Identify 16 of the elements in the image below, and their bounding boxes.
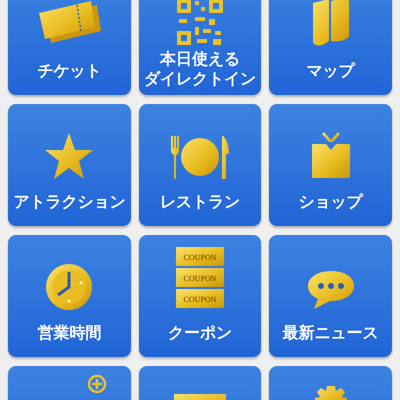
qr-code-icon xyxy=(176,0,223,45)
menu-tile[interactable]: COUPON COUPON COUPON クーポン xyxy=(138,235,262,357)
menu-tile[interactable]: 最新ニュース xyxy=(269,235,392,357)
menu-tile[interactable]: マップ xyxy=(269,0,392,95)
clock-icon xyxy=(45,263,94,311)
plus-circle-icon xyxy=(87,374,108,394)
menu-tile[interactable]: チケット xyxy=(8,0,131,95)
star-icon xyxy=(44,132,94,180)
menu-tile[interactable]: 営業時間 xyxy=(8,235,131,357)
menu-tile[interactable]: レストラン xyxy=(138,104,262,226)
menu-tile[interactable]: アトラクション xyxy=(8,104,131,226)
fork-plate-knife-icon xyxy=(168,134,231,180)
menu-tile[interactable]: ショップ xyxy=(269,104,392,226)
menu-tile[interactable]: 本日使える ダイレクトイン xyxy=(138,0,262,95)
speech-bubble-icon xyxy=(306,269,356,311)
gift-box-icon xyxy=(310,130,352,180)
